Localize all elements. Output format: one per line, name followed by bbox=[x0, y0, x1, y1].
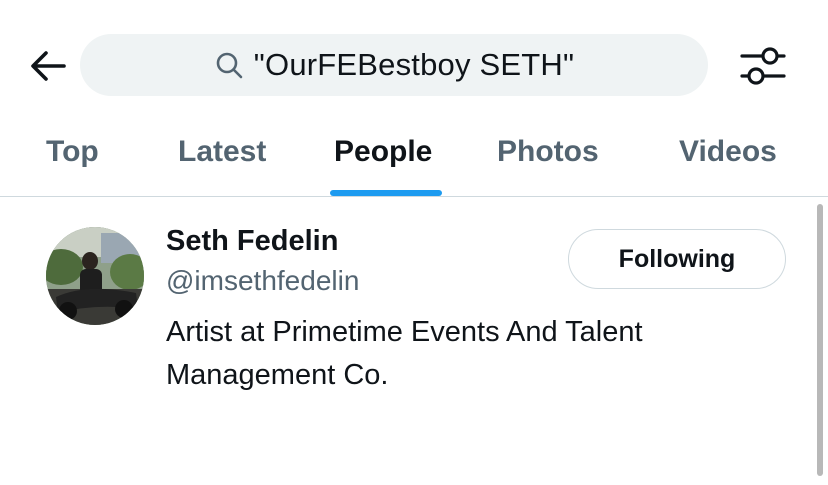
search-icon bbox=[216, 52, 243, 79]
tab-label: Top bbox=[46, 135, 99, 168]
search-query-text: "OurFEBestboy SETH" bbox=[253, 47, 575, 82]
tab-top[interactable]: Top bbox=[30, 120, 120, 196]
tab-videos[interactable]: Videos bbox=[662, 120, 802, 196]
user-handle: @imsethfedelin bbox=[166, 265, 360, 296]
tab-photos[interactable]: Photos bbox=[480, 120, 620, 196]
arrow-left-icon bbox=[31, 51, 66, 81]
user-bio: Artist at Primetime Events And Talent Ma… bbox=[166, 316, 643, 391]
search-tabs: Top Latest People Photos Videos bbox=[0, 120, 828, 196]
search-input[interactable]: "OurFEBestboy SETH" bbox=[80, 34, 708, 96]
back-button[interactable] bbox=[26, 44, 70, 88]
tab-label: Photos bbox=[497, 135, 599, 168]
top-bar: "OurFEBestboy SETH" bbox=[0, 0, 828, 120]
user-result-row[interactable]: Seth Fedelin @imsethfedelin Artist at Pr… bbox=[0, 197, 828, 485]
tab-label: People bbox=[334, 135, 433, 168]
tab-people[interactable]: People bbox=[320, 120, 455, 196]
following-button[interactable]: Following bbox=[568, 229, 786, 289]
tab-label: Videos bbox=[679, 135, 777, 168]
search-filter-button[interactable] bbox=[738, 44, 788, 88]
user-display-name[interactable]: Seth Fedelin bbox=[166, 225, 338, 258]
avatar-photo bbox=[46, 227, 144, 325]
tab-label: Latest bbox=[178, 135, 267, 168]
tab-latest[interactable]: Latest bbox=[160, 120, 290, 196]
scrollbar[interactable] bbox=[817, 204, 823, 476]
avatar[interactable] bbox=[46, 227, 144, 325]
sliders-icon bbox=[740, 47, 786, 85]
